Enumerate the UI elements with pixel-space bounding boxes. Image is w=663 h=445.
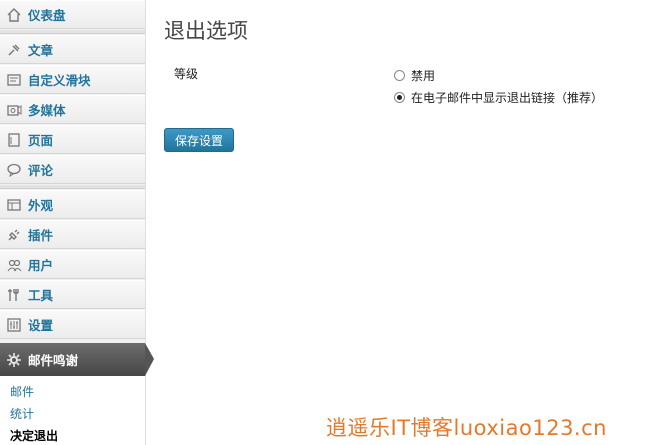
comment-icon (6, 162, 22, 178)
save-settings-button[interactable]: 保存设置 (164, 128, 234, 152)
sidebar-item-pages[interactable]: 页面 (0, 125, 145, 154)
sidebar-item-tools[interactable]: 工具 (0, 280, 145, 309)
menu-separator (0, 185, 145, 189)
sidebar-item-appearance[interactable]: 外观 (0, 190, 145, 219)
sidebar-item-dashboard[interactable]: 仪表盘 (0, 0, 145, 29)
sidebar-item-label: 评论 (28, 163, 54, 178)
sidebar-item-label: 多媒体 (28, 103, 66, 118)
submenu-item-mail[interactable]: 邮件 (10, 383, 34, 400)
watermark-text: 逍遥乐IT博客luoxiao123.cn (326, 416, 607, 440)
sidebar-item-label: 插件 (28, 228, 54, 243)
home-icon (6, 7, 22, 23)
gear-icon (6, 352, 22, 368)
submenu: 邮件 统计 决定退出 (0, 376, 145, 445)
sidebar-item-label: 仪表盘 (28, 8, 66, 23)
radio-option-label: 禁用 (411, 69, 436, 83)
page-icon (6, 132, 22, 148)
tools-icon (6, 287, 22, 303)
sidebar-item-users[interactable]: 用户 (0, 250, 145, 279)
sidebar-item-posts[interactable]: 文章 (0, 35, 145, 64)
sidebar-item-plugins[interactable]: 插件 (0, 220, 145, 249)
level-label: 等级 (174, 67, 199, 81)
radio-option-show-link[interactable]: 在电子邮件中显示退出链接（推荐） (394, 89, 603, 106)
media-icon (6, 102, 22, 118)
submenu-item-opt-out[interactable]: 决定退出 (10, 427, 58, 444)
sidebar-item-label: 设置 (28, 318, 54, 333)
sidebar-item-label: 用户 (28, 258, 54, 273)
radio-option-disable[interactable]: 禁用 (394, 67, 435, 84)
sidebar-item-label: 外观 (28, 198, 54, 213)
sidebar-item-settings[interactable]: 设置 (0, 310, 145, 339)
sidebar-item-custom-slider[interactable]: 自定义滑块 (0, 65, 145, 94)
sidebar-item-label: 自定义滑块 (28, 73, 91, 88)
sidebar-item-label: 邮件鸣谢 (28, 353, 79, 368)
menu-separator (0, 30, 145, 34)
sidebar-item-media[interactable]: 多媒体 (0, 95, 145, 124)
settings-icon (6, 317, 22, 333)
appearance-icon (6, 197, 22, 213)
pin-icon (6, 42, 22, 58)
sidebar-item-label: 页面 (28, 133, 54, 148)
active-menu-arrow (145, 343, 154, 376)
sidebar-item-label: 文章 (28, 43, 54, 58)
sidebar-item-comments[interactable]: 评论 (0, 155, 145, 184)
radio-disable[interactable] (394, 70, 405, 81)
radio-show-link[interactable] (394, 92, 405, 103)
radio-option-label: 在电子邮件中显示退出链接（推荐） (411, 91, 604, 105)
sidebar-item-label: 工具 (28, 288, 54, 303)
page-title: 退出选项 (164, 19, 248, 43)
admin-sidebar: 仪表盘 文章 自定义滑块 多媒体 页面 评论 外观 插件 用户 工具 设置 邮件… (0, 0, 154, 445)
sidebar-item-mail-thanks[interactable]: 邮件鸣谢 (0, 343, 145, 376)
slider-icon (6, 72, 22, 88)
users-icon (6, 257, 22, 273)
submenu-item-stats[interactable]: 统计 (10, 405, 34, 422)
plugin-icon (6, 227, 22, 243)
